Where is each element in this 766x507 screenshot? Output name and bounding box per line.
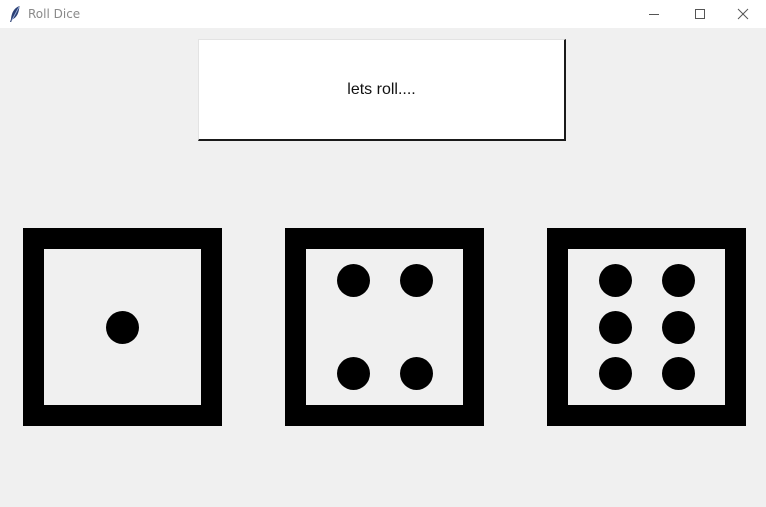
- die-pip: [598, 356, 632, 390]
- window-title: Roll Dice: [28, 7, 81, 21]
- die-pip: [336, 263, 370, 297]
- roll-button-label: lets roll....: [347, 80, 416, 98]
- die-face: [306, 249, 463, 405]
- feather-icon: [8, 5, 22, 23]
- close-icon: [737, 8, 749, 20]
- roll-button[interactable]: lets roll....: [198, 39, 566, 141]
- die-pip: [598, 310, 632, 344]
- die-face: [568, 249, 725, 405]
- die-pip: [399, 263, 433, 297]
- die-3: [547, 228, 746, 426]
- die-face: [44, 249, 201, 405]
- die-pip: [661, 310, 695, 344]
- maximize-icon: [694, 8, 706, 20]
- die-pip: [661, 356, 695, 390]
- die-pip: [598, 263, 632, 297]
- die-1: [23, 228, 222, 426]
- die-pip: [336, 356, 370, 390]
- close-button[interactable]: [720, 0, 766, 28]
- minimize-button[interactable]: [631, 0, 677, 28]
- die-pip: [106, 310, 139, 344]
- die-pip: [399, 356, 433, 390]
- die-pip: [661, 263, 695, 297]
- app-window: Roll Dice lets roll....: [0, 0, 766, 507]
- minimize-icon: [648, 8, 660, 20]
- title-bar[interactable]: Roll Dice: [0, 0, 766, 28]
- maximize-button[interactable]: [677, 0, 723, 28]
- die-2: [285, 228, 484, 426]
